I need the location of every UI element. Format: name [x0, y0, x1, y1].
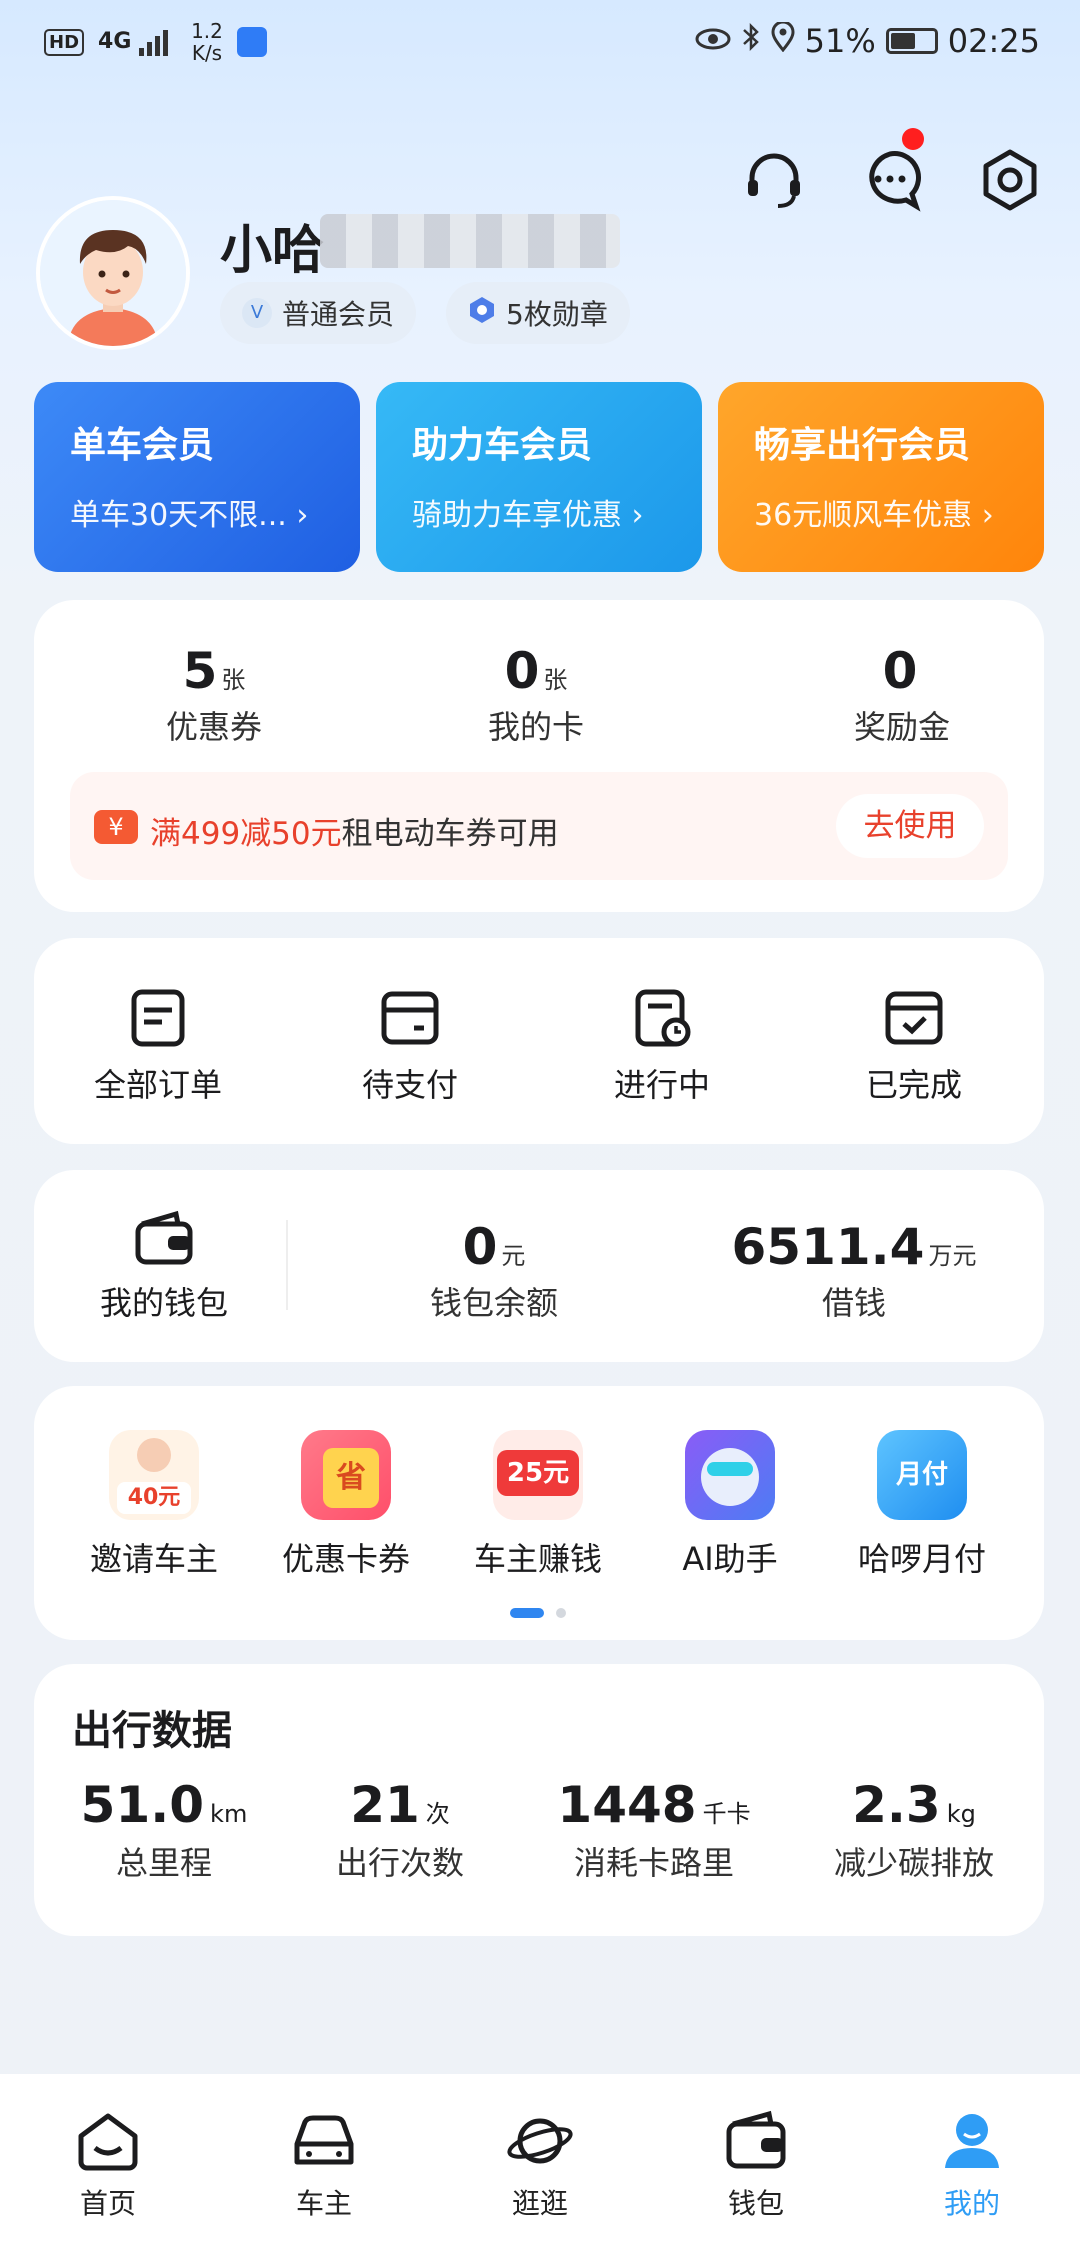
chevron-right-icon: › [296, 498, 309, 533]
nav-driver[interactable]: 车主 [264, 2110, 384, 2222]
discount-icon: 省 [301, 1430, 391, 1520]
battery-percent: 51% [804, 22, 876, 60]
bottom-nav: 首页 车主 逛逛 钱包 我的 [0, 2074, 1080, 2244]
eye-icon [695, 22, 731, 60]
in-progress-button[interactable]: 进行中 [582, 988, 742, 1106]
member-level-label: 普通会员 [282, 298, 395, 331]
coupon-cards-button[interactable]: 省 优惠卡券 [256, 1430, 436, 1580]
home-icon [78, 2113, 138, 2171]
travel-membership-card[interactable]: 畅享出行会员 36元顺风车优惠 › [718, 382, 1044, 572]
carbon-reduction: 2.3 kg 减少碳排放 [833, 1776, 994, 1882]
total-distance: 51.0 km 总里程 [80, 1776, 248, 1882]
nav-mine[interactable]: 我的 [912, 2110, 1032, 2222]
invite-icon: 40元 [109, 1430, 199, 1520]
bike-membership-card[interactable]: 单车会员 单车30天不限... › [34, 382, 360, 572]
invite-driver-button[interactable]: 40元 邀请车主 [64, 1430, 244, 1580]
signal-icon: 4G [98, 28, 177, 56]
coupon-icon: ¥ [94, 810, 138, 844]
ai-assistant-icon [685, 1430, 775, 1520]
user-icon [945, 2114, 999, 2168]
card-icon [381, 991, 439, 1045]
ebike-membership-card[interactable]: 助力车会员 骑助力车享优惠 › [376, 382, 702, 572]
shield-icon [236, 27, 267, 57]
location-icon [771, 20, 795, 60]
avatar[interactable] [36, 196, 190, 350]
driver-earn-button[interactable]: 25元 车主赚钱 [448, 1430, 628, 1580]
promo-text: 满499减50元租电动车券可用 [150, 816, 559, 852]
customer-service-icon[interactable] [742, 148, 806, 212]
monthly-pay-icon: 月付 [877, 1430, 967, 1520]
section-title: 出行数据 [72, 1708, 232, 1754]
card-title: 畅享出行会员 [754, 425, 971, 466]
ai-assistant-button[interactable]: AI助手 [640, 1430, 820, 1580]
car-icon [294, 2115, 354, 2165]
member-icon: V [242, 298, 272, 328]
trip-count: 21 次 出行次数 [335, 1776, 464, 1882]
wallet-balance[interactable]: 0元 钱包余额 [364, 1218, 624, 1324]
assets-card: 5张 优惠券 0张 我的卡 0 奖励金 ¥ 满499减50元租电动车券可用 去使… [34, 600, 1044, 912]
rewards-stat[interactable]: 0 奖励金 [802, 642, 1002, 748]
loan-amount[interactable]: 6511.4 万元 借钱 [724, 1218, 984, 1324]
status-bar: HD 4G 1.2 K/s 51% 02:25 [0, 0, 1080, 86]
planet-icon [507, 2118, 573, 2164]
clock-doc-icon [635, 989, 691, 1047]
battery-icon [885, 28, 938, 54]
chevron-right-icon: › [981, 498, 994, 533]
member-level-tag[interactable]: V 普通会员 [220, 282, 417, 344]
card-subtitle: 单车30天不限... › [70, 498, 309, 533]
settings-icon[interactable] [978, 148, 1042, 212]
wallet-icon [135, 1210, 193, 1265]
card-title: 单车会员 [70, 425, 215, 466]
travel-data-card: 出行数据 51.0 km 总里程 21 次 出行次数 1448 千卡 消耗卡路里 2.… [34, 1664, 1044, 1936]
nav-wallet[interactable]: 钱包 [696, 2110, 816, 2222]
monthly-pay-button[interactable]: 月付 哈啰月付 [832, 1430, 1012, 1580]
check-calendar-icon [885, 991, 943, 1045]
notification-dot [902, 128, 924, 150]
clock: 02:25 [947, 22, 1040, 60]
use-coupon-button[interactable]: 去使用 [836, 794, 984, 858]
completed-button[interactable]: 已完成 [834, 988, 994, 1106]
hd-indicator: HD [44, 28, 85, 56]
all-orders-button[interactable]: 全部订单 [78, 988, 238, 1106]
network-speed: 1.2 K/s [191, 19, 223, 65]
card-subtitle: 36元顺风车优惠 › [754, 498, 994, 533]
features-card: 40元 邀请车主 省 优惠卡券 25元 车主赚钱 AI助手 月付 哈啰月付 [34, 1386, 1044, 1640]
badges-label: 5枚勋章 [506, 298, 608, 331]
orders-card: 全部订单 待支付 进行中 已完成 [34, 938, 1044, 1144]
wallet-icon [726, 2110, 786, 2169]
card-title: 助力车会员 [412, 425, 593, 466]
divider [286, 1220, 288, 1310]
user-name: 小哈 [220, 221, 325, 281]
medal-icon [468, 295, 496, 332]
pager-dot-active [510, 1608, 544, 1618]
nav-home[interactable]: 首页 [48, 2110, 168, 2222]
my-wallet-button[interactable]: 我的钱包 [84, 1210, 244, 1324]
card-subtitle: 骑助力车享优惠 › [412, 498, 644, 533]
message-icon[interactable] [858, 148, 922, 212]
calories: 1448 千卡 消耗卡路里 [557, 1776, 751, 1882]
badges-tag[interactable]: 5枚勋章 [446, 282, 630, 344]
promo-banner[interactable]: ¥ 满499减50元租电动车券可用 去使用 [70, 772, 1008, 880]
masked-username [320, 214, 620, 268]
wallet-card: 我的钱包 0元 钱包余额 6511.4 万元 借钱 [34, 1170, 1044, 1362]
earn-icon: 25元 [493, 1430, 583, 1520]
pager-dot [556, 1608, 566, 1618]
pending-payment-button[interactable]: 待支付 [330, 988, 490, 1106]
chevron-right-icon: › [631, 498, 644, 533]
nav-explore[interactable]: 逛逛 [480, 2110, 600, 2222]
my-cards-stat[interactable]: 0张 我的卡 [436, 642, 636, 748]
coupons-stat[interactable]: 5张 优惠券 [114, 642, 314, 748]
list-icon [131, 989, 185, 1047]
bluetooth-icon [741, 22, 761, 60]
